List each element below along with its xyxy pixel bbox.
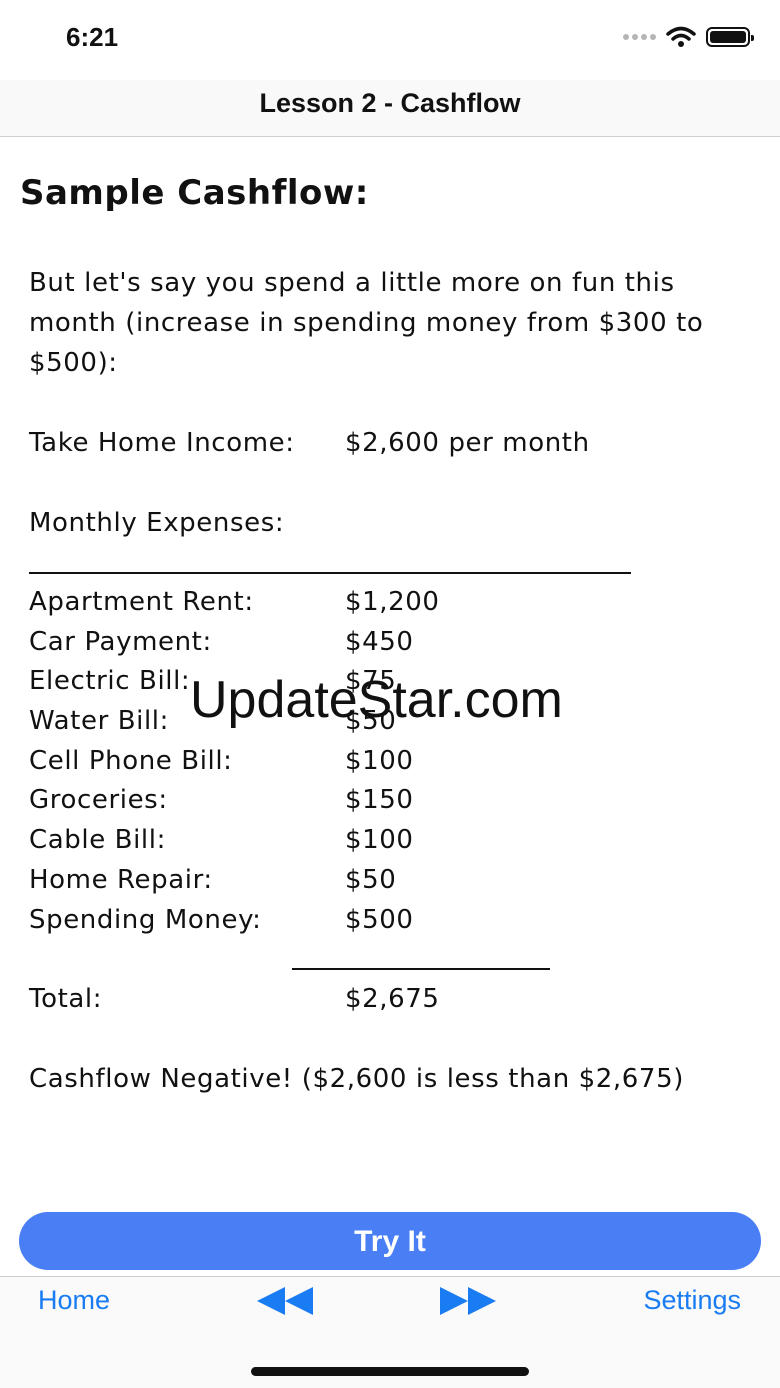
status-icons <box>623 26 754 48</box>
income-row: Take Home Income: $2,600 per month <box>29 423 590 463</box>
total-label: Total: <box>29 984 103 1014</box>
expense-value: $500 <box>345 905 414 935</box>
expense-value: $50 <box>345 865 397 895</box>
expense-label: Cable Bill: <box>29 825 166 855</box>
cashflow-note: Cashflow Negative! ($2,600 is less than … <box>29 1064 684 1094</box>
section-heading: Sample Cashflow: <box>20 173 369 213</box>
expense-row: Apartment Rent: $1,200 <box>29 582 440 622</box>
status-time: 6:21 <box>66 22 119 52</box>
total-divider-line <box>292 968 550 970</box>
expense-label: Home Repair: <box>29 865 213 895</box>
wifi-icon <box>666 26 696 47</box>
expense-row: Cable Bill: $100 <box>29 820 414 860</box>
rewind-icon[interactable] <box>257 1287 313 1315</box>
expense-label: Spending Money: <box>29 905 262 935</box>
divider-line <box>29 572 631 574</box>
settings-button[interactable]: Settings <box>643 1285 741 1316</box>
lesson-content[interactable]: Sample Cashflow: But let's say you spend… <box>0 137 780 1127</box>
expense-row: Cell Phone Bill: $100 <box>29 741 414 781</box>
expense-value: $100 <box>345 746 414 776</box>
page-title: Lesson 2 - Cashflow <box>259 88 521 118</box>
income-value: $2,600 per month <box>345 428 590 458</box>
total-value: $2,675 <box>345 984 440 1014</box>
home-indicator[interactable] <box>251 1367 529 1376</box>
income-label: Take Home Income: <box>29 428 295 458</box>
watermark-text: UpdateStar.com <box>190 671 563 729</box>
intro-paragraph: But let's say you spend a little more on… <box>29 268 704 378</box>
expense-label: Groceries: <box>29 785 168 815</box>
navigation-bar: Lesson 2 - Cashflow <box>0 80 780 137</box>
expense-row: Spending Money: $500 <box>29 900 414 940</box>
try-it-button[interactable]: Try It <box>19 1212 761 1270</box>
expense-value: $1,200 <box>345 587 440 617</box>
expenses-heading: Monthly Expenses: <box>29 508 285 538</box>
expense-value: $150 <box>345 785 414 815</box>
expense-label: Car Payment: <box>29 627 212 657</box>
status-bar: 6:21 <box>0 0 780 80</box>
total-row: Total: $2,675 <box>29 979 440 1019</box>
expense-label: Cell Phone Bill: <box>29 746 233 776</box>
expense-value: $100 <box>345 825 414 855</box>
expense-row: Home Repair: $50 <box>29 860 396 900</box>
expense-label: Apartment Rent: <box>29 587 254 617</box>
expense-row: Groceries: $150 <box>29 780 414 820</box>
expense-value: $450 <box>345 627 414 657</box>
home-button[interactable]: Home <box>38 1285 110 1316</box>
expense-row: Car Payment: $450 <box>29 622 414 662</box>
battery-icon <box>706 27 754 47</box>
bottom-toolbar: Home Settings <box>0 1276 780 1388</box>
fast-forward-icon[interactable] <box>440 1287 496 1315</box>
cellular-signal-icon <box>623 34 656 40</box>
